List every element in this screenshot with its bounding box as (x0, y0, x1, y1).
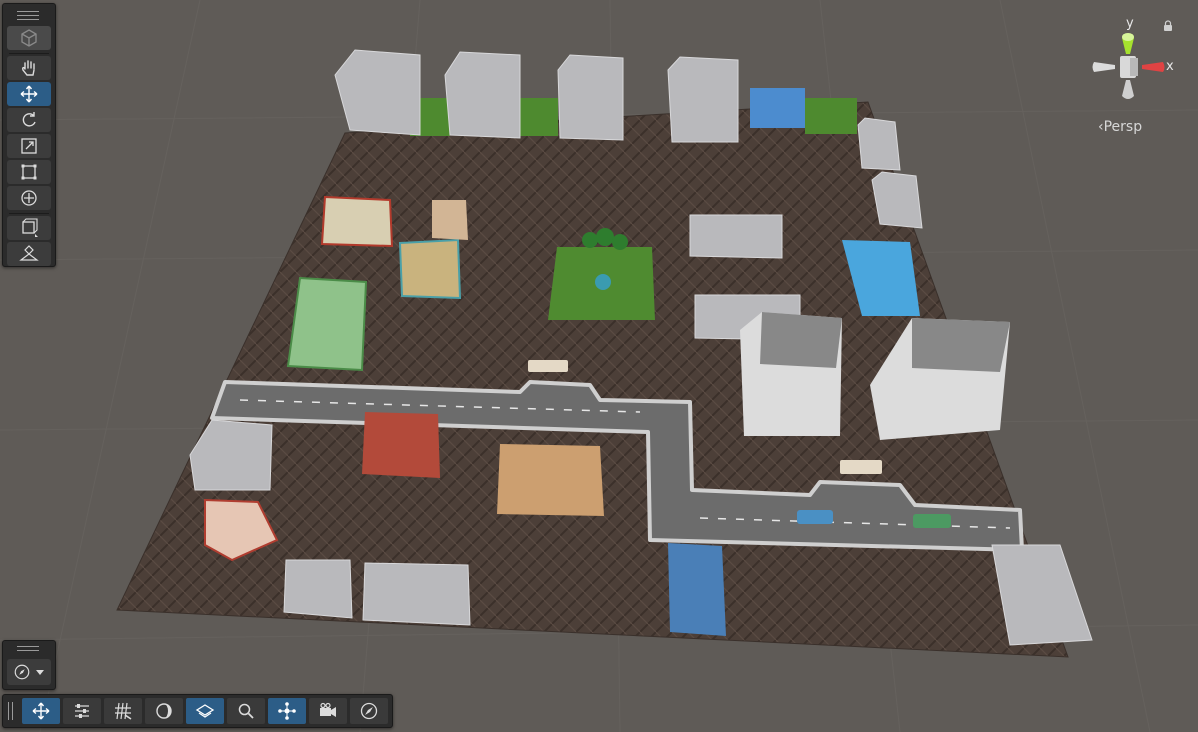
compass-icon (14, 664, 30, 680)
rect-icon (21, 164, 37, 180)
tools-panel (2, 3, 56, 267)
scale-tool-button[interactable] (7, 134, 51, 158)
view-tool-button[interactable] (7, 26, 51, 50)
terrain-tool-button[interactable] (7, 242, 51, 266)
panel-grip[interactable] (17, 19, 39, 20)
camera-icon (320, 702, 336, 717)
projection-label: Persp (1103, 119, 1143, 135)
tool-settings-button[interactable] (63, 698, 101, 724)
custom-editor-icon (22, 218, 38, 237)
move-icon (32, 702, 50, 720)
panel-grip[interactable] (17, 646, 39, 647)
sliders-icon (75, 704, 89, 718)
gizmo-neg-y-axis[interactable] (1122, 80, 1134, 99)
panel-grip[interactable] (17, 650, 39, 651)
scene-visibility-button[interactable] (186, 698, 224, 724)
rotate-tool-button[interactable] (7, 108, 51, 132)
orientation-dropdown[interactable] (7, 659, 51, 685)
move-icon (20, 85, 38, 103)
compass-icon (360, 702, 378, 720)
gizmo-x-axis[interactable] (1142, 62, 1165, 72)
chevron-down-icon (36, 670, 44, 675)
transform-tool-button[interactable] (7, 186, 51, 210)
gizmo-neg-x-axis[interactable] (1092, 62, 1116, 72)
move-overlay-button[interactable] (22, 698, 60, 724)
projection-toggle[interactable]: ‹Persp (1098, 119, 1142, 135)
move-tool-button[interactable] (7, 82, 51, 106)
camera-overlay-button[interactable] (309, 698, 347, 724)
overlay-toolbar (2, 694, 393, 728)
rotate-icon (22, 112, 36, 127)
gizmo-x-label: x (1166, 59, 1174, 74)
panel-grip[interactable] (17, 15, 39, 16)
terrain-icon (19, 245, 39, 261)
grid-icon (115, 702, 132, 720)
lock-icon[interactable] (1163, 20, 1173, 32)
gizmo-icon (278, 702, 296, 720)
hand-icon (22, 60, 35, 76)
layers-icon (195, 704, 215, 718)
grid-snapping-button[interactable] (104, 698, 142, 724)
panel-grip[interactable] (17, 11, 39, 12)
search-overlay-button[interactable] (227, 698, 265, 724)
gizmo-y-label: y (1126, 16, 1134, 31)
scale-icon (21, 138, 37, 154)
panel-grip[interactable] (8, 702, 9, 720)
hand-tool-button[interactable] (7, 56, 51, 80)
custom-tool-button[interactable] (7, 216, 51, 240)
scene-viewport[interactable] (0, 0, 1198, 732)
orientation-panel (2, 640, 56, 690)
panel-grip[interactable] (12, 702, 13, 720)
orientation-overlay-button[interactable] (350, 698, 388, 724)
lighting-icon (156, 703, 172, 719)
cube-icon (21, 29, 37, 47)
transform-icon (21, 190, 37, 206)
lighting-toggle-button[interactable] (145, 698, 183, 724)
gizmos-overlay-button[interactable] (268, 698, 306, 724)
rect-tool-button[interactable] (7, 160, 51, 184)
search-icon (238, 703, 254, 719)
